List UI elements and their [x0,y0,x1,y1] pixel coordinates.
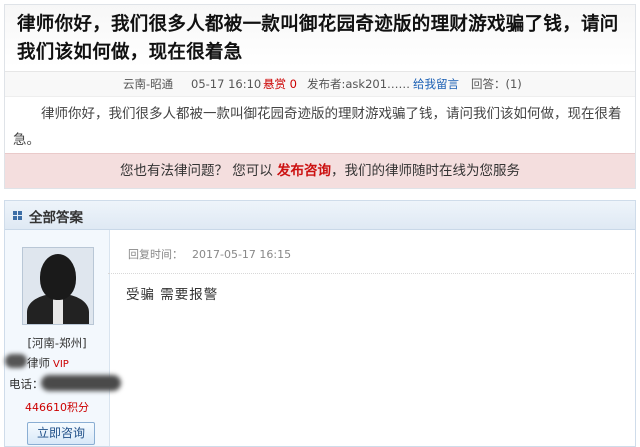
leave-message-link[interactable]: 给我留言 [413,72,459,96]
lawyer-phone-label: 电话： [9,377,44,391]
question-time: 05-17 16:10 [191,77,262,91]
lawyer-card: [河南-郑州] 律师 VIP 电话： 446610积分 立即咨询 [5,230,121,446]
vip-badge: VIP [53,359,69,370]
answer-time-value: 2017-05-17 16:15 [192,248,292,261]
answer-count: 回答：(1) [471,77,522,91]
grid-icon [13,211,22,220]
question-bounty: 悬赏 0 [263,77,297,91]
lawyer-avatar[interactable] [22,247,94,325]
answer-time-row: 回复时间： 2017-05-17 16:15 [108,237,634,274]
lawyer-points: 446610积分 [25,401,89,414]
answers-header: 全部答案 [5,201,635,230]
answer-text: 受骗 需要报警 [126,287,219,303]
promo-prefix: 您也有法律问题？ 您可以 [119,163,273,179]
question-poster[interactable]: 发布者:ask201…… [307,72,410,96]
answers-header-title: 全部答案 [29,210,83,226]
avatar-collar [53,298,63,324]
question-meta-bar: 云南-昭通 05-17 16:10 悬赏 0 发布者:ask201…… 给我留言… [5,71,635,97]
lawyer-location: [河南-郑州] [27,336,87,350]
answer-time-label: 回复时间： [128,248,183,261]
lawyer-role-label: 律师 [27,356,50,370]
question-location: 云南-昭通 [123,77,174,91]
question-title: 律师你好，我们很多人都被一款叫御花园奇迹版的理财游戏骗了钱，请问我们该如何做，现… [17,14,619,63]
publish-consult-link[interactable]: 发布咨询 [277,163,331,179]
lawyer-role: 律师 VIP [27,355,69,371]
promo-banner: 您也有法律问题？ 您可以 发布咨询，我们的律师随时在线为您服务 [5,153,635,188]
question-body: 律师你好，我们很多人都被一款叫御花园奇迹版的理财游戏骗了钱，请问我们该如何做，现… [13,106,622,148]
promo-suffix: ，我们的律师随时在线为您服务 [331,163,521,179]
redacted-phone [41,375,121,391]
question-panel: 律师你好，我们很多人都被一款叫御花园奇迹版的理财游戏骗了钱，请问我们该如何做，现… [4,4,636,189]
consult-now-button[interactable]: 立即咨询 [27,422,95,445]
avatar-face [40,254,76,300]
redacted-name [5,354,27,368]
